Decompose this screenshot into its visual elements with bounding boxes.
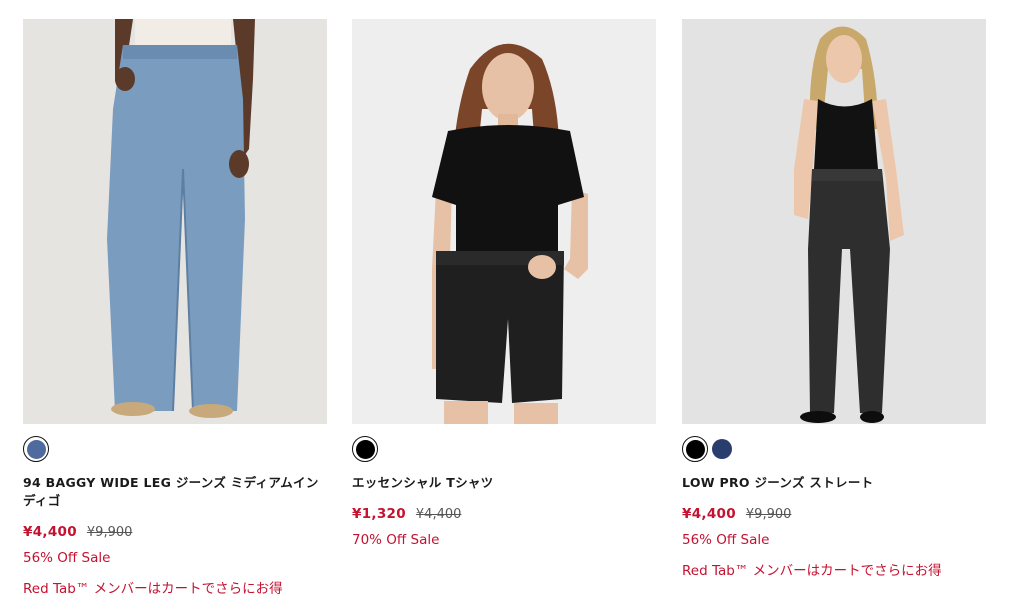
sale-label: 56% Off Sale: [682, 532, 770, 548]
member-promo-text: Red Tab™ メンバーはカートでさらにお得: [682, 563, 942, 579]
product-image[interactable]: [352, 19, 656, 424]
original-price: ¥9,900: [86, 525, 133, 540]
product-card[interactable]: エッセンシャル Tシャツ ¥1,320 ¥4,400 70% Off Sale: [352, 19, 656, 548]
original-price: ¥9,900: [745, 507, 792, 522]
price-row: ¥4,400 ¥9,900: [23, 524, 327, 540]
product-name[interactable]: エッセンシャル Tシャツ: [352, 474, 652, 492]
member-promo-text: Red Tab™ メンバーはカートでさらにお得: [23, 581, 283, 597]
product-name[interactable]: 94 BAGGY WIDE LEG ジーンズ ミディアムインディゴ: [23, 474, 323, 510]
color-swatches: [682, 435, 986, 463]
color-swatches: [352, 435, 656, 463]
sale-price: ¥4,400: [23, 524, 77, 540]
color-swatch[interactable]: [682, 436, 708, 462]
product-card[interactable]: 94 BAGGY WIDE LEG ジーンズ ミディアムインディゴ ¥4,400…: [23, 19, 327, 597]
product-name[interactable]: LOW PRO ジーンズ ストレート: [682, 474, 982, 492]
sale-price: ¥4,400: [682, 506, 736, 522]
color-swatch[interactable]: [352, 436, 378, 462]
sale-price: ¥1,320: [352, 506, 406, 522]
swatch-color: [355, 439, 375, 459]
product-image[interactable]: [682, 19, 986, 424]
color-swatches: [23, 435, 327, 463]
price-row: ¥1,320 ¥4,400: [352, 506, 656, 522]
swatch-color: [26, 439, 46, 459]
color-swatch[interactable]: [23, 436, 49, 462]
product-card[interactable]: LOW PRO ジーンズ ストレート ¥4,400 ¥9,900 56% Off…: [682, 19, 986, 579]
color-swatch[interactable]: [712, 439, 732, 459]
sale-label: 56% Off Sale: [23, 550, 111, 566]
swatch-color: [685, 439, 705, 459]
price-row: ¥4,400 ¥9,900: [682, 506, 986, 522]
sale-label: 70% Off Sale: [352, 532, 440, 548]
product-image[interactable]: [23, 19, 327, 424]
original-price: ¥4,400: [415, 507, 462, 522]
